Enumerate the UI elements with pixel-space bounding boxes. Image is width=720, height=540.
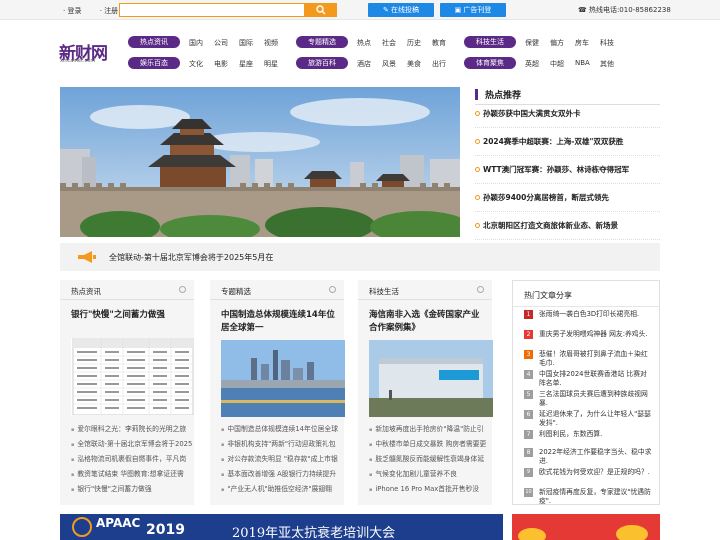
article-list: 爱尔眼科之光：李莉院长的光明之旅 全馆联动-第十届北京军博会将于2025 泓格物… bbox=[71, 422, 193, 497]
nav-pill-special[interactable]: 专题精选 bbox=[296, 36, 348, 48]
notice-bar[interactable]: 全馆联动-第十届北京军博会将于2025年5月在 bbox=[60, 243, 660, 271]
nav-link[interactable]: 明星 bbox=[264, 59, 278, 69]
list-item[interactable]: iPhone 16 Pro Max首批开售秒没 bbox=[369, 482, 491, 497]
hot-item[interactable]: 北京朝阳区打造文商旅体新业态、新场景 bbox=[475, 220, 660, 240]
top-bar: · 登录 · 注册 ✎ 在线投稿 ▣ 广告刊登 ☎ 热线电话:010-85862… bbox=[0, 0, 720, 20]
list-item[interactable]: 新加坡再度出手抢房价"降温"防止引 bbox=[369, 422, 491, 437]
column-headline[interactable]: 银行"快慢"之间蓄力做强 bbox=[71, 309, 189, 322]
bullet-icon bbox=[475, 139, 480, 144]
column-hot-news: 热点资讯 银行"快慢"之间蓄力做强 ▪ 爱尔眼科之光：李莉院长的光明之旅 ▪ 全… bbox=[60, 280, 195, 505]
ad-graphic-icon bbox=[518, 525, 648, 540]
nav-link[interactable]: 房车 bbox=[575, 38, 589, 48]
nav-link[interactable]: 中超 bbox=[550, 59, 564, 69]
list-item[interactable]: "产业无人机"助推低空经济"展翅翱 bbox=[221, 482, 343, 497]
nav-link[interactable]: 视频 bbox=[264, 38, 278, 48]
advertise-button[interactable]: ▣ 广告刊登 bbox=[440, 3, 506, 17]
list-item[interactable]: 中秋楼市单日成交暴跌 购房者需要更 bbox=[369, 437, 491, 452]
nav-link[interactable]: 星座 bbox=[239, 59, 253, 69]
factory-thumbnail[interactable] bbox=[369, 340, 493, 417]
bullet-icon bbox=[475, 223, 480, 228]
side-ad-banner[interactable] bbox=[512, 514, 660, 540]
hot-recommend-header: 热点推荐 bbox=[475, 87, 660, 105]
more-icon[interactable] bbox=[477, 286, 484, 293]
search-input[interactable] bbox=[119, 3, 305, 17]
nav-link[interactable]: 美食 bbox=[407, 59, 421, 69]
nav-link[interactable]: 文化 bbox=[189, 59, 203, 69]
nav-link[interactable]: 保健 bbox=[525, 38, 539, 48]
table-thumbnail[interactable] bbox=[71, 338, 195, 415]
nav-link[interactable]: 公司 bbox=[214, 38, 228, 48]
nav-link[interactable]: 国际 bbox=[239, 38, 253, 48]
column-tech-life: 科技生活 海信南非入选《金砖国家产业合作案例集》 新加坡再度出手抢房价"降温"防… bbox=[358, 280, 493, 505]
article-list: 新加坡再度出手抢房价"降温"防止引 中秋楼市单日成交暴跌 购房者需要更 肢乏髓氮… bbox=[369, 422, 491, 497]
nav-pill-hot-news[interactable]: 热点资讯 bbox=[128, 36, 180, 48]
column-headline[interactable]: 海信南非入选《金砖国家产业合作案例集》 bbox=[369, 309, 487, 335]
search-button[interactable] bbox=[305, 3, 337, 17]
list-item[interactable]: 非银机构支持"两新"行动迎政策礼包 bbox=[221, 437, 343, 452]
column-special: 专题精选 中国制造总体规模连续14年位居全球第一 中国制造总体规模连续14年位居… bbox=[210, 280, 345, 505]
list-item[interactable]: 对公存款流失明显 "稳存款"成上市银 bbox=[221, 452, 343, 467]
hot-item[interactable]: 孙颖莎9400分离居榜首，断层式领先 bbox=[475, 192, 660, 212]
edit-icon: ✎ bbox=[382, 6, 392, 14]
nav-link[interactable]: 电影 bbox=[214, 59, 228, 69]
hot-item[interactable]: 2024赛季中超联赛：上海-双雄"双双获胜 bbox=[475, 136, 660, 156]
hot-item[interactable]: 孙颖莎获中国大满贯女双外卡 bbox=[475, 108, 660, 128]
site-domain: xincainet.com bbox=[60, 58, 96, 64]
column-headline[interactable]: 中国制造总体规模连续14年位居全球第一 bbox=[221, 309, 339, 335]
nav-pill-entertainment[interactable]: 娱乐百态 bbox=[128, 57, 180, 69]
apaac-logo-icon bbox=[72, 517, 92, 537]
nav-link[interactable]: 其他 bbox=[600, 59, 614, 69]
more-icon[interactable] bbox=[179, 286, 186, 293]
hot-item[interactable]: WTT澳门冠军赛：孙颖莎、林诗栋夺得冠军 bbox=[475, 164, 660, 184]
list-item[interactable]: 中国制造总体规模连续14年位居全球 bbox=[221, 422, 343, 437]
nav-link[interactable]: 出行 bbox=[432, 59, 446, 69]
hotline: ☎ 热线电话:010-85862238 bbox=[578, 6, 671, 14]
search-icon bbox=[316, 5, 326, 15]
nav-link[interactable]: 酒店 bbox=[357, 59, 371, 69]
nav-link[interactable]: 历史 bbox=[407, 38, 421, 48]
megaphone-icon bbox=[78, 251, 96, 263]
list-item[interactable]: 银行"快慢"之间蓄力做强 bbox=[71, 482, 193, 497]
banner-image[interactable] bbox=[60, 87, 460, 237]
nav-link[interactable]: 教育 bbox=[432, 38, 446, 48]
popular-articles: 热门文章分享 1 张雨绮一袭白色3D打印长裙亮相. 2 重庆男子发明喂鸡神器 网友:… bbox=[512, 280, 660, 505]
nav-link[interactable]: 热点 bbox=[357, 38, 371, 48]
list-item[interactable]: 教资笔试结束 华图教育:想拿证还需 bbox=[71, 467, 193, 482]
nav-pill-sports[interactable]: 体育聚焦 bbox=[464, 57, 516, 69]
nav-link[interactable]: NBA bbox=[575, 59, 590, 67]
phone-icon: ☎ bbox=[578, 6, 589, 14]
list-item[interactable]: 爱尔眼科之光：李莉院长的光明之旅 bbox=[71, 422, 193, 437]
list-item[interactable]: 气候变化加剧儿童营养不良 bbox=[369, 467, 491, 482]
city-thumbnail[interactable] bbox=[221, 340, 345, 417]
nav-pill-tech-life[interactable]: 科技生活 bbox=[464, 36, 516, 48]
conference-ad-banner[interactable]: APAAC 2019 2019年亚太抗衰老培训大会 bbox=[60, 514, 503, 540]
article-list: 中国制造总体规模连续14年位居全球 非银机构支持"两新"行动迎政策礼包 对公存款… bbox=[221, 422, 343, 497]
more-icon[interactable] bbox=[329, 286, 336, 293]
nav-link[interactable]: 国内 bbox=[189, 38, 203, 48]
nav-pill-travel[interactable]: 旅游百科 bbox=[296, 57, 348, 69]
list-item[interactable]: 泓格物流司机裹假自燃事件，平凡岗 bbox=[71, 452, 193, 467]
nav-link[interactable]: 风景 bbox=[382, 59, 396, 69]
nav-link[interactable]: 社会 bbox=[382, 38, 396, 48]
bullet-icon bbox=[475, 111, 480, 116]
bullet-icon bbox=[475, 195, 480, 200]
nav-link[interactable]: 偏方 bbox=[550, 38, 564, 48]
nav-link[interactable]: 英超 bbox=[525, 59, 539, 69]
list-item[interactable]: 基本面改善增强 A股银行力持续提升 bbox=[221, 467, 343, 482]
nav-link[interactable]: 科技 bbox=[600, 38, 614, 48]
bullet-icon bbox=[475, 167, 480, 172]
submit-article-button[interactable]: ✎ 在线投稿 bbox=[368, 3, 434, 17]
list-item[interactable]: 肢乏髓氮酸反而能缓解性衰竭身体延 bbox=[369, 452, 491, 467]
login-link[interactable]: · 登录 bbox=[63, 7, 89, 15]
list-item[interactable]: 全馆联动-第十届北京军博会将于2025 bbox=[71, 437, 193, 452]
